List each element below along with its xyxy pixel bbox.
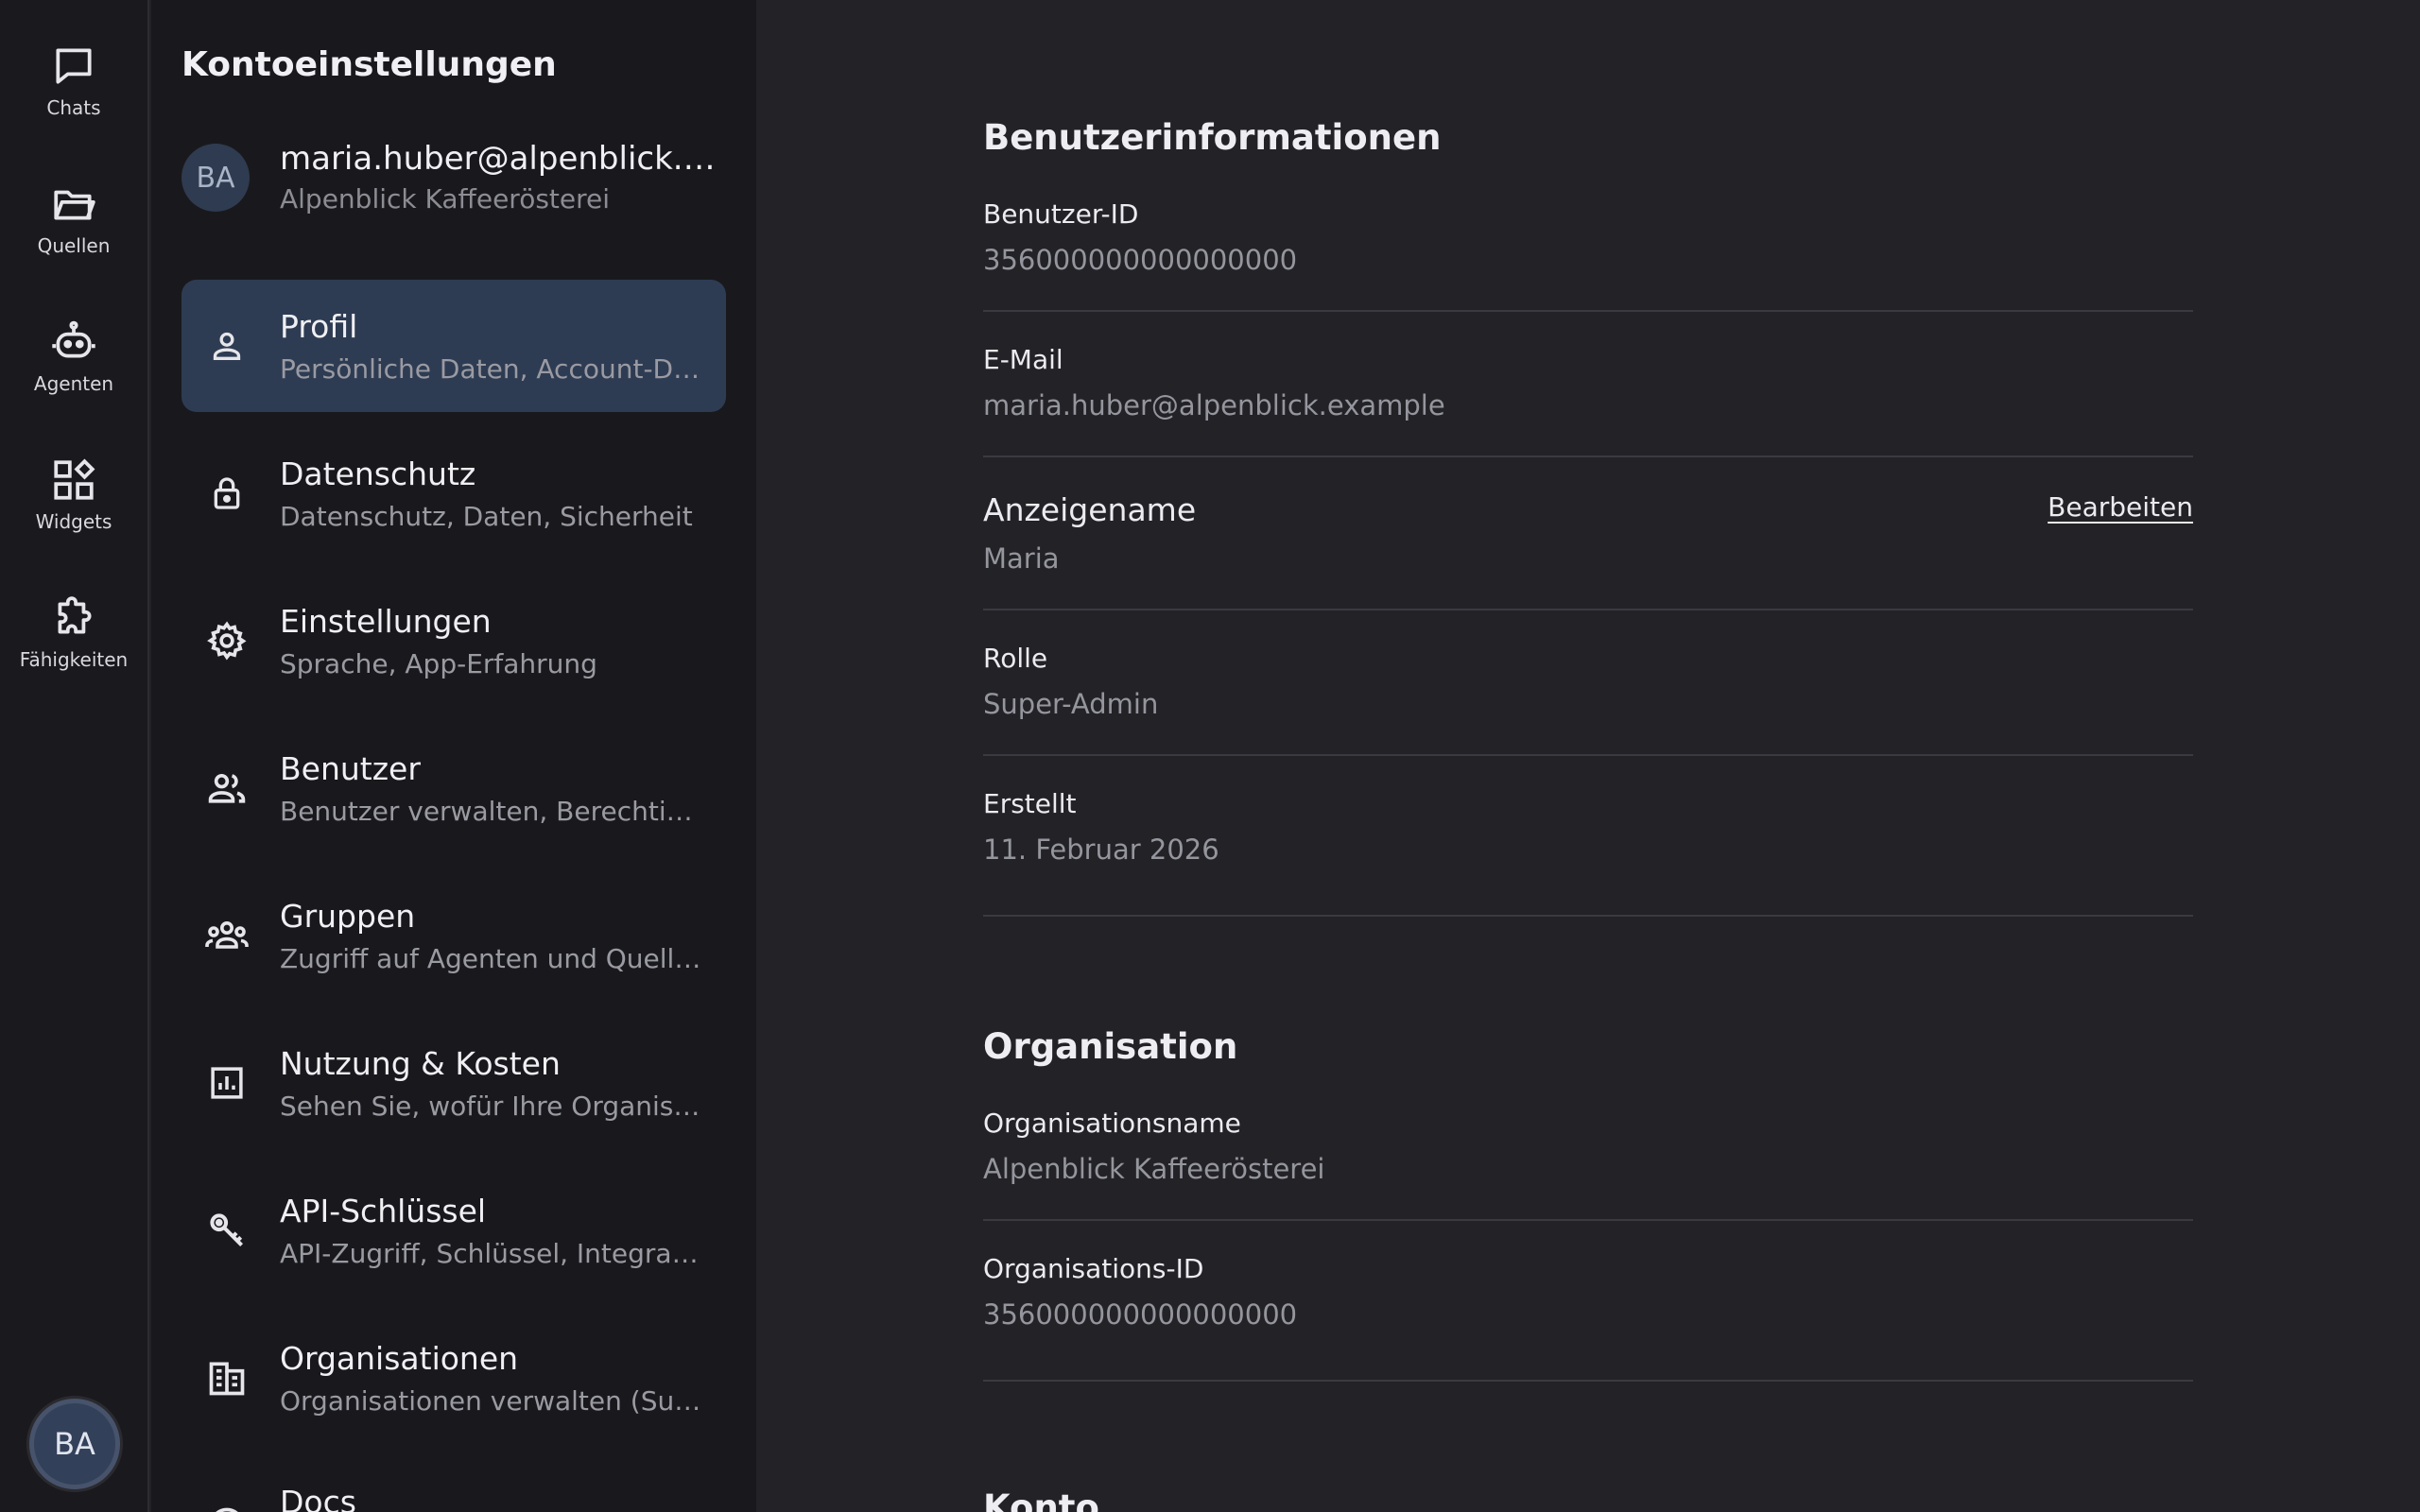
nav-item-benutzer[interactable]: Benutzer Benutzer verwalten, Berechtigun… bbox=[182, 722, 726, 854]
nav-item-subtitle: Benutzer verwalten, Berechtigungen bbox=[280, 796, 705, 827]
nav-item-subtitle: Sprache, App-Erfahrung bbox=[280, 648, 597, 679]
nav-item-title: Profil bbox=[280, 308, 358, 345]
edit-display-name-button[interactable]: Bearbeiten bbox=[2048, 491, 2193, 523]
nav-item-title: Gruppen bbox=[280, 898, 416, 935]
account-summary: BA maria.huber@alpenblick.example Alpenb… bbox=[182, 140, 734, 215]
nav-item-subtitle: API-Zugriff, Schlüssel, Integrationen bbox=[280, 1238, 705, 1269]
field-value: 11. Februar 2026 bbox=[983, 833, 1219, 866]
field-label: Organisations-ID bbox=[983, 1253, 1204, 1284]
field-value: Alpenblick Kaffeerösterei bbox=[983, 1153, 1325, 1185]
bar-chart-icon bbox=[200, 1057, 253, 1109]
section-title-organisation: Organisation bbox=[983, 1026, 1238, 1067]
rail-item-widgets[interactable]: Widgets bbox=[0, 446, 147, 559]
section-title-user-info: Benutzerinformationen bbox=[983, 117, 1442, 158]
rail-label: Fähigkeiten bbox=[19, 648, 129, 671]
field-email: E-Mail maria.huber@alpenblick.example bbox=[983, 312, 2193, 457]
field-label: Rolle bbox=[983, 643, 1048, 674]
nav-item-title: Einstellungen bbox=[280, 603, 492, 640]
account-avatar: BA bbox=[182, 144, 250, 212]
field-org-name: Organisationsname Alpenblick Kaffeeröste… bbox=[983, 1098, 2193, 1221]
nav-item-profil[interactable]: Profil Persönliche Daten, Account-Detail… bbox=[182, 280, 726, 412]
key-icon bbox=[200, 1204, 253, 1257]
account-org: Alpenblick Kaffeerösterei bbox=[280, 183, 611, 215]
nav-item-title: Organisationen bbox=[280, 1340, 519, 1377]
folder-icon bbox=[49, 180, 98, 229]
lock-icon bbox=[200, 467, 253, 520]
users-icon bbox=[200, 762, 253, 815]
rail-item-chats[interactable]: Chats bbox=[0, 32, 147, 146]
field-value: Maria bbox=[983, 542, 1060, 575]
rail-label: Quellen bbox=[37, 234, 111, 257]
field-display-name: Anzeigename Maria Bearbeiten bbox=[983, 457, 2193, 610]
nav-item-einstellungen[interactable]: Einstellungen Sprache, App-Erfahrung bbox=[182, 575, 726, 707]
field-value: maria.huber@alpenblick.example bbox=[983, 389, 1445, 421]
person-icon bbox=[200, 319, 253, 372]
rail-item-quellen[interactable]: Quellen bbox=[0, 170, 147, 284]
field-label: Anzeigename bbox=[983, 491, 1197, 528]
field-value: Super-Admin bbox=[983, 688, 1159, 720]
rail-label: Chats bbox=[46, 96, 101, 119]
nav-item-api-schluessel[interactable]: API-Schlüssel API-Zugriff, Schlüssel, In… bbox=[182, 1164, 726, 1297]
chat-icon bbox=[49, 42, 98, 91]
nav-item-subtitle: Sehen Sie, wofür Ihre Organisation bbox=[280, 1091, 705, 1122]
nav-item-nutzung-kosten[interactable]: Nutzung & Kosten Sehen Sie, wofür Ihre O… bbox=[182, 1017, 726, 1149]
nav-item-title: Nutzung & Kosten bbox=[280, 1045, 561, 1082]
field-role: Rolle Super-Admin bbox=[983, 610, 2193, 756]
account-email: maria.huber@alpenblick.example bbox=[280, 140, 734, 178]
widgets-icon bbox=[49, 455, 98, 505]
rail-item-agenten[interactable]: Agenten bbox=[0, 308, 147, 421]
icon-rail: Chats Quellen Agenten Widgets Fähigkeite… bbox=[0, 0, 149, 1512]
field-label: E-Mail bbox=[983, 344, 1063, 375]
nav-item-docs[interactable]: Docs bbox=[182, 1459, 726, 1512]
profile-content: Benutzerinformationen Benutzer-ID 356000… bbox=[756, 0, 2420, 1512]
field-created: Erstellt 11. Februar 2026 bbox=[983, 756, 2193, 917]
nav-item-organisationen[interactable]: Organisationen Organisationen verwalten … bbox=[182, 1312, 726, 1444]
nav-item-title: Benutzer bbox=[280, 750, 421, 787]
section-title-konto: Konto bbox=[983, 1487, 1099, 1512]
nav-item-subtitle: Zugriff auf Agenten und Quellen bbox=[280, 943, 705, 974]
robot-icon bbox=[49, 318, 98, 367]
field-value: 356000000000000000 bbox=[983, 244, 1298, 276]
docs-icon bbox=[200, 1499, 253, 1512]
nav-item-title: Docs bbox=[280, 1484, 356, 1512]
rail-label: Agenten bbox=[33, 372, 114, 395]
puzzle-icon bbox=[49, 593, 98, 643]
field-user-id: Benutzer-ID 356000000000000000 bbox=[983, 189, 2193, 312]
building-icon bbox=[200, 1351, 253, 1404]
gear-icon bbox=[200, 614, 253, 667]
field-label: Erstellt bbox=[983, 788, 1077, 819]
rail-label: Widgets bbox=[35, 510, 112, 533]
settings-sidebar: Kontoeinstellungen BA maria.huber@alpenb… bbox=[151, 0, 756, 1512]
nav-item-subtitle: Persönliche Daten, Account-Details bbox=[280, 353, 705, 385]
nav-item-title: API-Schlüssel bbox=[280, 1193, 487, 1229]
panel-title: Kontoeinstellungen bbox=[182, 45, 557, 84]
nav-item-title: Datenschutz bbox=[280, 455, 476, 492]
nav-item-subtitle: Organisationen verwalten (Super-Admin) bbox=[280, 1385, 705, 1417]
nav-item-subtitle: Datenschutz, Daten, Sicherheit bbox=[280, 501, 693, 532]
field-value: 356000000000000000 bbox=[983, 1298, 1298, 1331]
groups-icon bbox=[200, 909, 253, 962]
user-avatar[interactable]: BA bbox=[29, 1399, 120, 1489]
nav-item-gruppen[interactable]: Gruppen Zugriff auf Agenten und Quellen bbox=[182, 869, 726, 1002]
field-label: Benutzer-ID bbox=[983, 198, 1139, 230]
nav-item-datenschutz[interactable]: Datenschutz Datenschutz, Daten, Sicherhe… bbox=[182, 427, 726, 559]
rail-item-faehigkeiten[interactable]: Fähigkeiten bbox=[0, 584, 147, 697]
field-label: Organisationsname bbox=[983, 1108, 1241, 1139]
field-org-id: Organisations-ID 356000000000000000 bbox=[983, 1221, 2193, 1382]
